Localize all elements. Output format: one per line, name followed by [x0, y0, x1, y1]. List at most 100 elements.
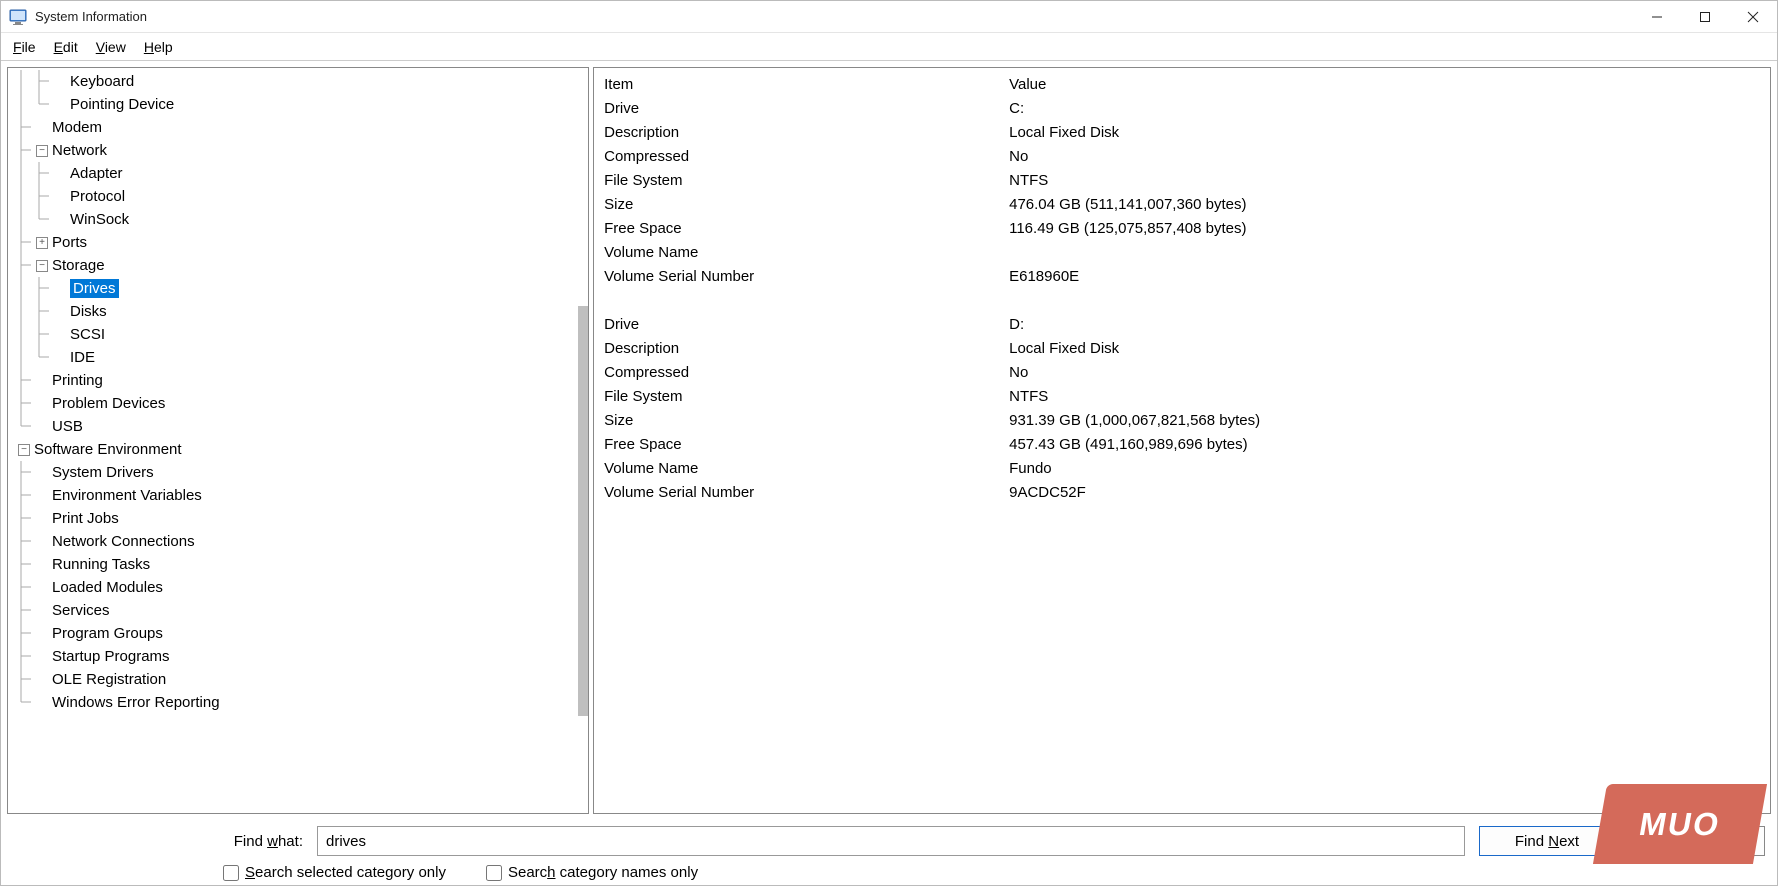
- tree-label: Storage: [52, 257, 105, 274]
- menu-view[interactable]: View: [96, 39, 126, 55]
- detail-row[interactable]: Volume Serial Number9ACDC52F: [604, 480, 1760, 504]
- detail-row[interactable]: Size931.39 GB (1,000,067,821,568 bytes): [604, 408, 1760, 432]
- tree-item-network-connections[interactable]: Network Connections: [8, 530, 588, 553]
- tree-item-modem[interactable]: Modem: [8, 116, 588, 139]
- detail-value: No: [1009, 148, 1760, 165]
- menubar: File Edit View Help: [1, 33, 1777, 61]
- menu-edit[interactable]: Edit: [54, 39, 78, 55]
- tree-item-pointing-device[interactable]: Pointing Device: [8, 93, 588, 116]
- tree-item-adapter[interactable]: Adapter: [8, 162, 588, 185]
- tree-label: Loaded Modules: [52, 579, 163, 596]
- minimize-button[interactable]: [1633, 1, 1681, 33]
- tree-label: Ports: [52, 234, 87, 251]
- tree-label: WinSock: [70, 211, 129, 228]
- tree-item-ole-registration[interactable]: OLE Registration: [8, 668, 588, 691]
- tree-item-scsi[interactable]: SCSI: [8, 323, 588, 346]
- tree-label: Pointing Device: [70, 96, 174, 113]
- tree-label: Print Jobs: [52, 510, 119, 527]
- detail-row[interactable]: DriveD:: [604, 312, 1760, 336]
- detail-row[interactable]: DescriptionLocal Fixed Disk: [604, 120, 1760, 144]
- maximize-button[interactable]: [1681, 1, 1729, 33]
- detail-value: NTFS: [1009, 388, 1760, 405]
- tree-label: IDE: [70, 349, 95, 366]
- find-input[interactable]: [317, 826, 1465, 856]
- tree-item-startup-programs[interactable]: Startup Programs: [8, 645, 588, 668]
- tree-item-printing[interactable]: Printing: [8, 369, 588, 392]
- tree-item-network[interactable]: −Network: [8, 139, 588, 162]
- collapse-icon[interactable]: −: [36, 145, 48, 157]
- detail-row[interactable]: DescriptionLocal Fixed Disk: [604, 336, 1760, 360]
- detail-key: Size: [604, 412, 1009, 429]
- detail-row[interactable]: Free Space116.49 GB (125,075,857,408 byt…: [604, 216, 1760, 240]
- detail-row[interactable]: DriveC:: [604, 96, 1760, 120]
- search-category-names-only-checkbox[interactable]: Search category names only: [486, 864, 698, 881]
- col-item: Item: [604, 76, 1009, 93]
- tree-label: Windows Error Reporting: [52, 694, 220, 711]
- detail-row[interactable]: Size476.04 GB (511,141,007,360 bytes): [604, 192, 1760, 216]
- close-find-button[interactable]: Close Find: [1629, 826, 1765, 856]
- tree-item-environment-variables[interactable]: Environment Variables: [8, 484, 588, 507]
- tree-label: Adapter: [70, 165, 123, 182]
- detail-key: Size: [604, 196, 1009, 213]
- tree-item-drives[interactable]: Drives: [8, 277, 588, 300]
- tree-item-print-jobs[interactable]: Print Jobs: [8, 507, 588, 530]
- category-tree[interactable]: Keyboard Pointing Device Modem−Network Adap…: [8, 68, 588, 813]
- menu-file[interactable]: File: [13, 39, 36, 55]
- detail-key: Description: [604, 124, 1009, 141]
- tree-label: Problem Devices: [52, 395, 165, 412]
- tree-item-loaded-modules[interactable]: Loaded Modules: [8, 576, 588, 599]
- tree-item-system-drivers[interactable]: System Drivers: [8, 461, 588, 484]
- detail-key: Description: [604, 340, 1009, 357]
- tree-item-services[interactable]: Services: [8, 599, 588, 622]
- tree-item-storage[interactable]: −Storage: [8, 254, 588, 277]
- detail-header: ItemValue: [604, 72, 1760, 96]
- detail-row[interactable]: Volume NameFundo: [604, 456, 1760, 480]
- detail-value: 9ACDC52F: [1009, 484, 1760, 501]
- detail-key: Volume Name: [604, 244, 1009, 261]
- detail-key: File System: [604, 388, 1009, 405]
- tree-item-usb[interactable]: USB: [8, 415, 588, 438]
- tree-scrollbar-thumb[interactable]: [578, 306, 588, 716]
- detail-list[interactable]: ItemValueDriveC:DescriptionLocal Fixed D…: [594, 68, 1770, 813]
- search-selected-only-checkbox[interactable]: Search selected category only: [223, 864, 446, 881]
- tree-label: Keyboard: [70, 73, 134, 90]
- tree-item-windows-error-reporting[interactable]: Windows Error Reporting: [8, 691, 588, 714]
- detail-row[interactable]: Volume Name: [604, 240, 1760, 264]
- detail-value: 116.49 GB (125,075,857,408 bytes): [1009, 220, 1760, 237]
- expand-icon[interactable]: +: [36, 237, 48, 249]
- tree-item-problem-devices[interactable]: Problem Devices: [8, 392, 588, 415]
- detail-row[interactable]: CompressedNo: [604, 144, 1760, 168]
- tree-label: USB: [52, 418, 83, 435]
- detail-row[interactable]: Volume Serial NumberE618960E: [604, 264, 1760, 288]
- collapse-icon[interactable]: −: [18, 444, 30, 456]
- window-controls: [1633, 1, 1777, 33]
- tree-item-program-groups[interactable]: Program Groups: [8, 622, 588, 645]
- tree-label: OLE Registration: [52, 671, 166, 688]
- detail-key: Compressed: [604, 364, 1009, 381]
- detail-row[interactable]: Free Space457.43 GB (491,160,989,696 byt…: [604, 432, 1760, 456]
- tree-item-protocol[interactable]: Protocol: [8, 185, 588, 208]
- tree-item-winsock[interactable]: WinSock: [8, 208, 588, 231]
- tree-label: Network Connections: [52, 533, 195, 550]
- detail-value: No: [1009, 364, 1760, 381]
- tree-item-ide[interactable]: IDE: [8, 346, 588, 369]
- tree-item-keyboard[interactable]: Keyboard: [8, 70, 588, 93]
- detail-row[interactable]: CompressedNo: [604, 360, 1760, 384]
- detail-row[interactable]: File SystemNTFS: [604, 384, 1760, 408]
- detail-value: D:: [1009, 316, 1760, 333]
- detail-pane: ItemValueDriveC:DescriptionLocal Fixed D…: [593, 67, 1771, 814]
- detail-key: Volume Serial Number: [604, 484, 1009, 501]
- tree-item-running-tasks[interactable]: Running Tasks: [8, 553, 588, 576]
- menu-help[interactable]: Help: [144, 39, 173, 55]
- tree-item-disks[interactable]: Disks: [8, 300, 588, 323]
- tree-item-software-environment[interactable]: −Software Environment: [8, 438, 588, 461]
- tree-label: Running Tasks: [52, 556, 150, 573]
- tree-item-ports[interactable]: + Ports: [8, 231, 588, 254]
- detail-row[interactable]: File SystemNTFS: [604, 168, 1760, 192]
- find-next-button[interactable]: Find Next: [1479, 826, 1615, 856]
- titlebar[interactable]: System Information: [1, 1, 1777, 33]
- close-button[interactable]: [1729, 1, 1777, 33]
- detail-row[interactable]: [604, 288, 1760, 312]
- detail-key: Compressed: [604, 148, 1009, 165]
- collapse-icon[interactable]: −: [36, 260, 48, 272]
